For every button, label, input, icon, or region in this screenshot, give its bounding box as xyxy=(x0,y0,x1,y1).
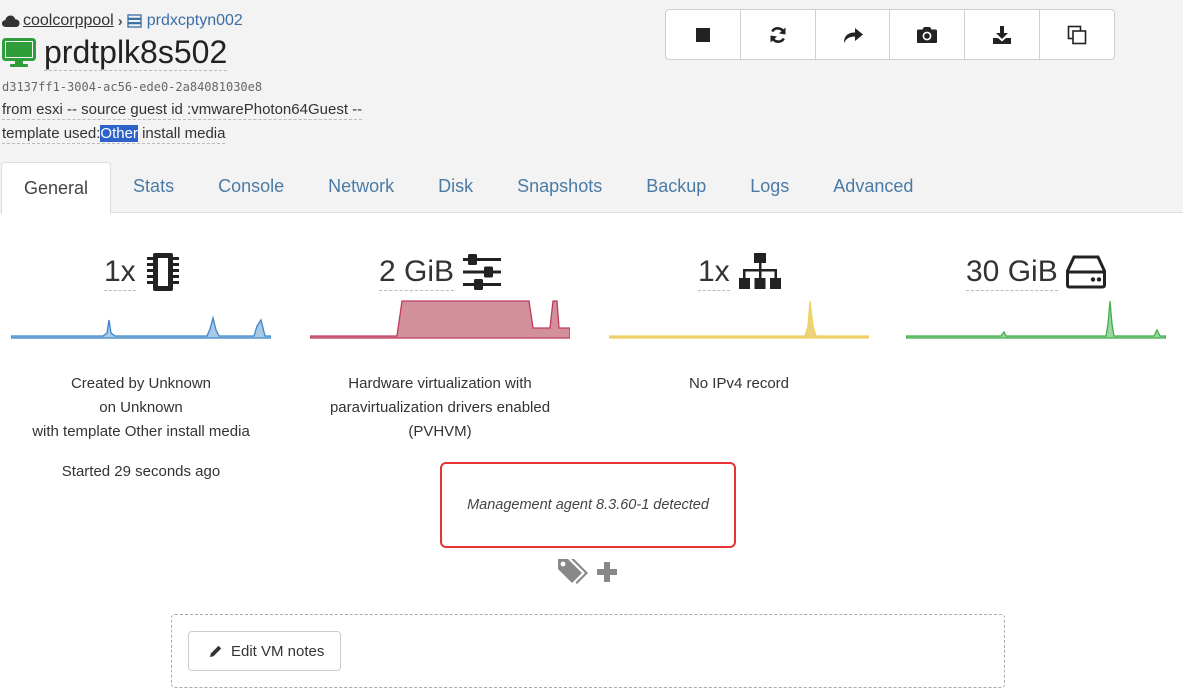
tags-area xyxy=(557,557,618,587)
pencil-icon xyxy=(210,645,222,657)
disk-size[interactable]: 30 GiB xyxy=(966,254,1058,291)
tab-console[interactable]: Console xyxy=(196,162,306,211)
vm-template-line[interactable]: template used:Other install media xyxy=(2,125,226,144)
virt-line-3: (PVHVM) xyxy=(408,423,472,440)
edit-vm-notes-label: Edit VM notes xyxy=(231,642,325,660)
tab-disk[interactable]: Disk xyxy=(416,162,495,211)
stop-button[interactable] xyxy=(666,10,741,59)
network-stat: 1x xyxy=(698,250,782,294)
edit-vm-notes-button[interactable]: Edit VM notes xyxy=(188,631,342,671)
vm-uuid: d3137ff1-3004-ac56-ede0-2a84081030e8 xyxy=(2,80,263,94)
desktop-icon xyxy=(2,37,36,67)
created-template: with template Other install media xyxy=(32,423,250,440)
download-icon xyxy=(993,25,1012,44)
vm-notes-area: Edit VM notes xyxy=(171,614,1005,688)
tab-advanced[interactable]: Advanced xyxy=(811,162,935,211)
tab-stats[interactable]: Stats xyxy=(111,162,196,211)
export-button[interactable] xyxy=(965,10,1041,59)
cpu-icon xyxy=(146,253,179,291)
cloud-icon xyxy=(2,15,20,27)
memory-sparkline xyxy=(310,300,570,339)
disk-sparkline xyxy=(906,300,1166,339)
vm-action-toolbar xyxy=(665,9,1115,60)
hdd-icon xyxy=(1065,255,1106,289)
memory-stat: 2 GiB xyxy=(379,250,502,294)
server-icon xyxy=(127,14,142,28)
tab-snapshots[interactable]: Snapshots xyxy=(495,162,624,211)
tab-logs[interactable]: Logs xyxy=(728,162,811,211)
breadcrumb-pool-link[interactable]: coolcorppool xyxy=(23,12,114,30)
copy-icon xyxy=(1067,25,1087,44)
restart-button[interactable] xyxy=(741,10,816,59)
sliders-icon xyxy=(463,254,502,290)
disk-stat: 30 GiB xyxy=(966,250,1106,294)
ipv4-info: No IPv4 record xyxy=(688,375,790,392)
template-prefix: template used: xyxy=(2,125,101,142)
breadcrumb: coolcorppool › prdxcptyn002 xyxy=(2,12,243,30)
network-count[interactable]: 1x xyxy=(698,254,730,291)
network-sparkline xyxy=(609,300,869,339)
management-agent-box: Management agent 8.3.60-1 detected xyxy=(440,462,736,548)
copy-button[interactable] xyxy=(1040,10,1114,59)
migrate-button[interactable] xyxy=(816,10,891,59)
sitemap-icon xyxy=(738,253,781,289)
management-agent-text: Management agent 8.3.60-1 detected xyxy=(467,497,709,513)
share-icon xyxy=(843,27,863,43)
tab-general[interactable]: General xyxy=(1,162,112,214)
tab-backup[interactable]: Backup xyxy=(624,162,728,211)
virt-line-2: paravirtualization drivers enabled xyxy=(329,399,551,416)
created-by: Created by Unknown xyxy=(70,375,212,392)
virtualization-info: Hardware virtualization with paravirtual… xyxy=(300,372,580,444)
tab-network[interactable]: Network xyxy=(306,162,416,211)
vm-title: prdtplk8s502 xyxy=(2,34,228,71)
vm-header: coolcorppool › prdxcptyn002 prdtplk8s502… xyxy=(0,0,1183,214)
template-highlight: Other xyxy=(100,125,138,142)
snapshot-button[interactable] xyxy=(890,10,966,59)
camera-icon xyxy=(917,26,938,43)
vm-tabs: General Stats Console Network Disk Snaps… xyxy=(0,162,1183,214)
chevron-right-icon: › xyxy=(117,12,123,30)
virt-line-1: Hardware virtualization with xyxy=(348,375,532,392)
vm-name[interactable]: prdtplk8s502 xyxy=(44,34,228,71)
cpu-count[interactable]: 1x xyxy=(104,254,136,291)
add-tag-icon[interactable] xyxy=(596,561,618,583)
tags-icon xyxy=(558,559,588,584)
stop-icon xyxy=(695,27,710,42)
refresh-icon xyxy=(770,26,786,43)
template-suffix: install media xyxy=(137,125,226,142)
cpu-sparkline xyxy=(11,315,271,339)
vm-description[interactable]: from esxi -- source guest id :vmwarePhot… xyxy=(2,101,363,120)
started-info: Started 29 seconds ago xyxy=(61,463,221,480)
created-on: on Unknown xyxy=(99,399,183,416)
cpu-stat: 1x xyxy=(104,250,182,294)
memory-size[interactable]: 2 GiB xyxy=(379,254,455,291)
breadcrumb-host-link[interactable]: prdxcptyn002 xyxy=(147,12,243,30)
created-info: Created by Unknown on Unknown with templ… xyxy=(11,372,271,444)
